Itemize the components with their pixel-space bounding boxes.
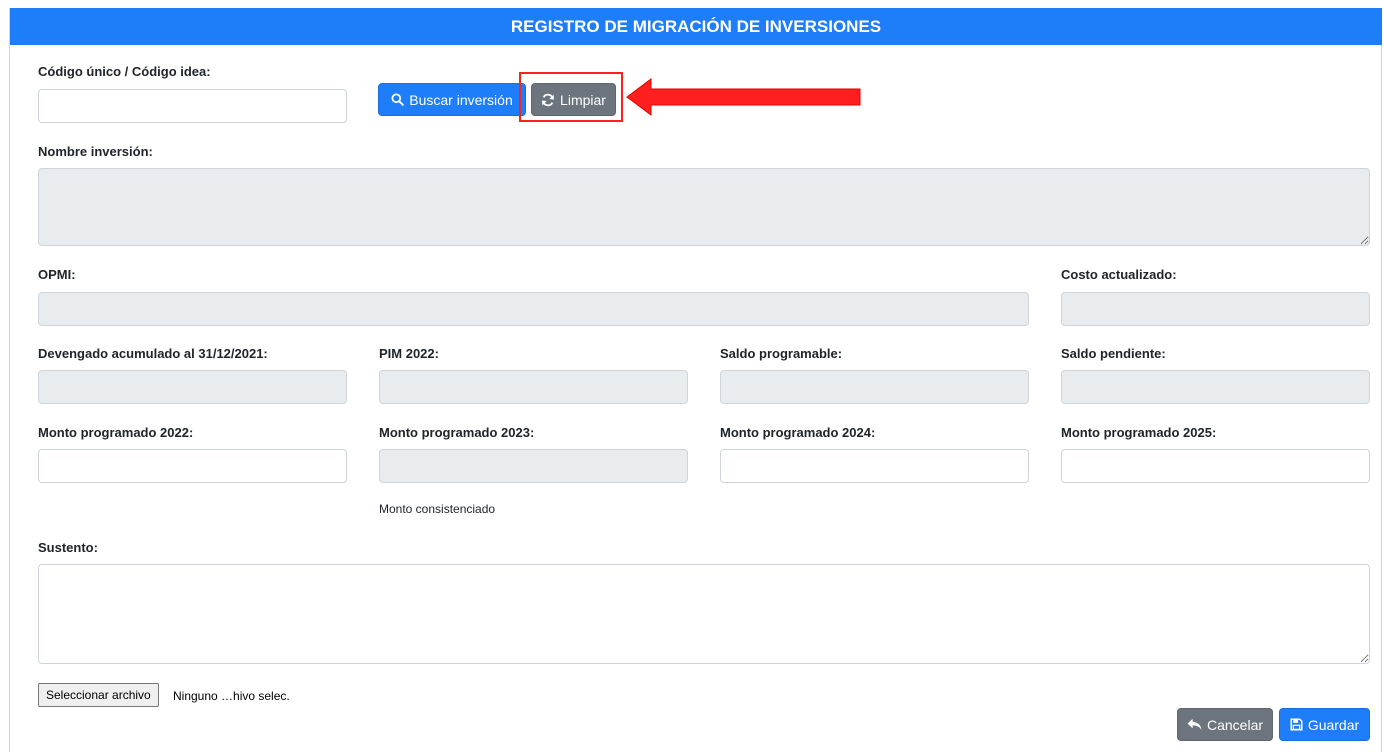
investment-name-field[interactable] — [38, 168, 1370, 246]
pim-label: PIM 2022: — [379, 346, 439, 361]
amount-2025-input[interactable] — [1061, 449, 1370, 483]
page-title: REGISTRO DE MIGRACIÓN DE INVERSIONES — [10, 8, 1382, 45]
cancel-button[interactable]: Cancelar — [1177, 708, 1273, 741]
amount-2023-field[interactable] — [379, 449, 688, 483]
amount-2022-input[interactable] — [38, 449, 347, 483]
page-title-text: REGISTRO DE MIGRACIÓN DE INVERSIONES — [510, 16, 882, 36]
pending-balance-field[interactable] — [1061, 370, 1370, 404]
support-label: Sustento: — [38, 540, 98, 555]
pending-balance-label: Saldo pendiente: — [1061, 346, 1166, 361]
amount-2024-label: Monto programado 2024: — [720, 425, 876, 440]
code-input[interactable] — [38, 89, 347, 123]
floppy-disk-icon — [1290, 718, 1303, 731]
programmable-balance-label: Saldo programable: — [720, 346, 843, 361]
arrow-left-icon — [626, 78, 861, 116]
search-investment-label: Buscar inversión — [409, 91, 513, 108]
accrued-field[interactable] — [38, 370, 347, 404]
amount-2023-label: Monto programado 2023: — [379, 425, 535, 440]
code-label: Código único / Código idea: — [38, 64, 211, 79]
updated-cost-label: Costo actualizado: — [1061, 267, 1177, 282]
pim-field[interactable] — [379, 370, 688, 404]
cancel-label: Cancelar — [1206, 716, 1264, 733]
support-textarea[interactable] — [38, 564, 1370, 664]
updated-cost-field[interactable] — [1061, 292, 1370, 326]
consolidated-amount-note: Monto consistenciado — [379, 502, 496, 516]
accrued-label: Devengado acumulado al 31/12/2021: — [38, 346, 268, 361]
reply-icon — [1187, 718, 1202, 731]
search-investment-button[interactable]: Buscar inversión — [378, 83, 526, 116]
choose-file-button[interactable]: Seleccionar archivo — [38, 683, 159, 707]
opmi-field[interactable] — [38, 292, 1029, 326]
opmi-label: OPMI: — [38, 267, 76, 282]
save-label: Guardar — [1307, 716, 1360, 733]
amount-2025-label: Monto programado 2025: — [1061, 425, 1217, 440]
file-status-text: Ninguno …hivo selec. — [173, 689, 290, 703]
highlight-box — [519, 72, 623, 122]
amount-2024-input[interactable] — [720, 449, 1029, 483]
investment-name-label: Nombre inversión: — [38, 144, 153, 159]
search-icon — [391, 93, 405, 106]
programmable-balance-field[interactable] — [720, 370, 1029, 404]
amount-2022-label: Monto programado 2022: — [38, 425, 194, 440]
save-button[interactable]: Guardar — [1279, 708, 1370, 741]
